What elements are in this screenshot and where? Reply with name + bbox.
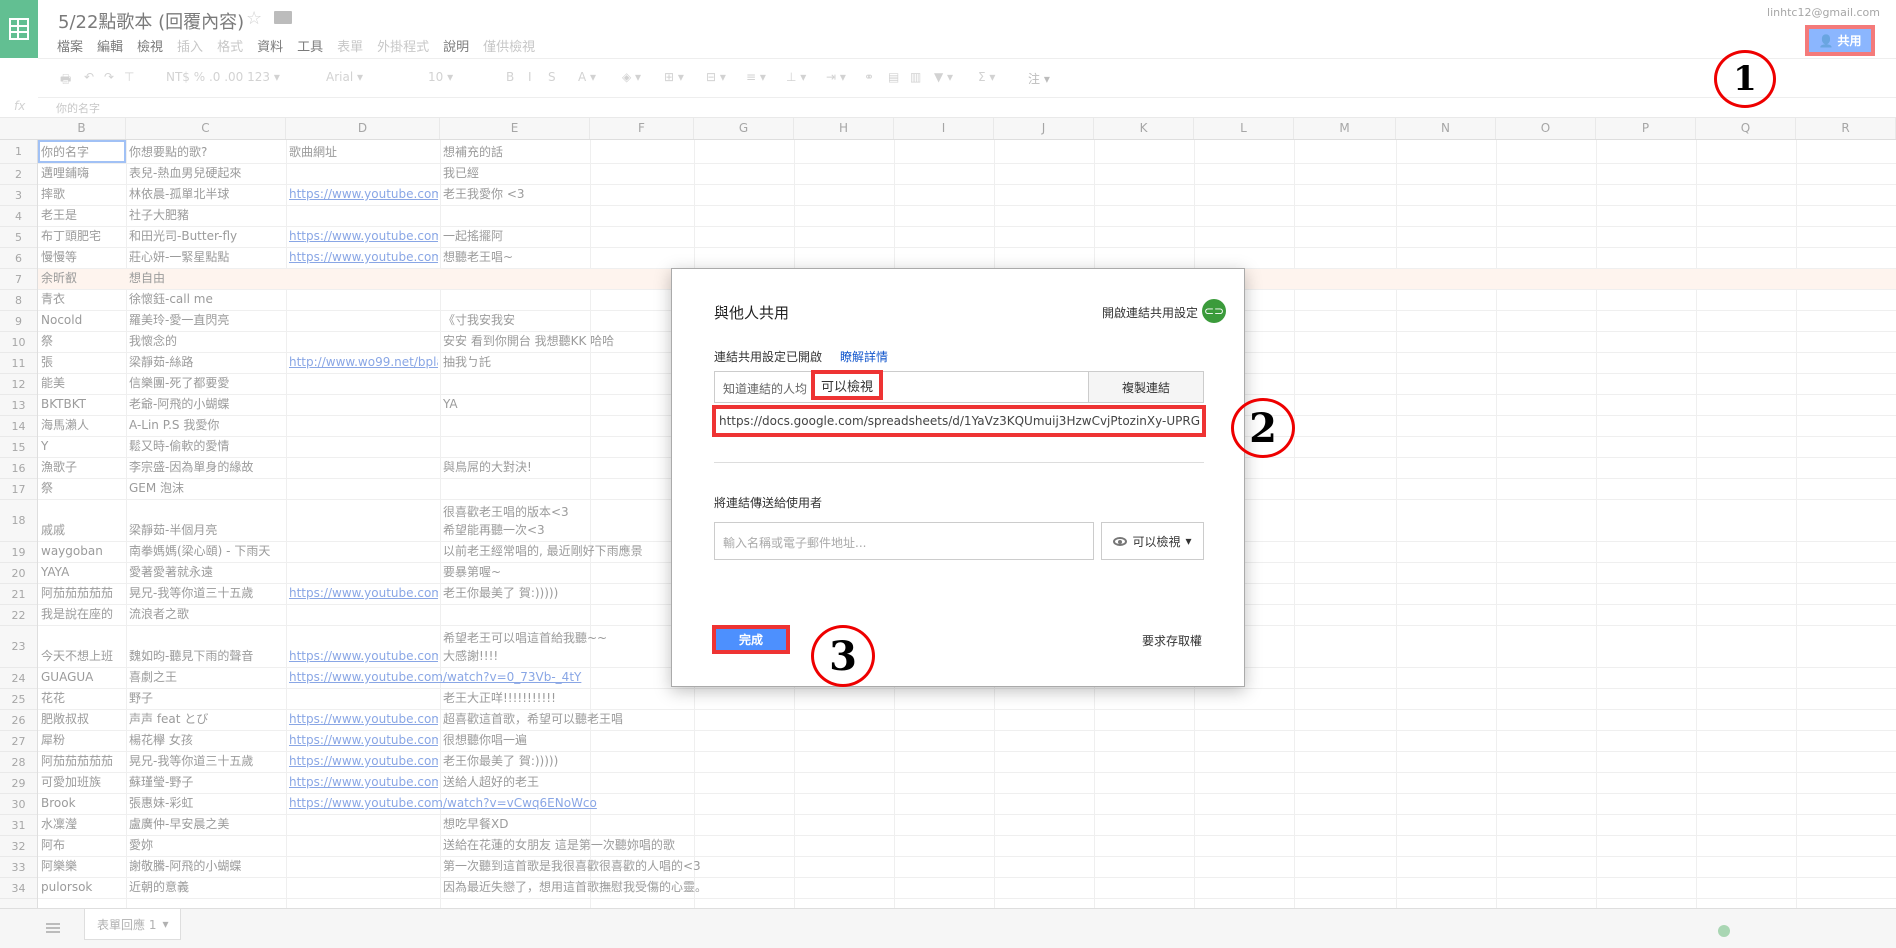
divider [714, 462, 1204, 463]
link-sharing-status: 連結共用設定已開啟 [714, 350, 823, 364]
link-icon[interactable]: ⊂⊃ [1202, 299, 1226, 323]
share-dialog: 與他人共用 開啟連結共用設定 ⊂⊃ 連結共用設定已開啟 瞭解詳情 知道連結的人均… [671, 268, 1245, 687]
annotation-marker-3: 3 [811, 625, 875, 687]
link-access-level[interactable]: 可以檢視 [811, 370, 884, 400]
invite-permission-select[interactable]: 可以檢視 ▾ [1101, 522, 1204, 560]
annotation-marker-2: 2 [1231, 398, 1295, 458]
share-url-field[interactable]: https://docs.google.com/spreadsheets/d/1… [712, 405, 1206, 437]
send-link-label: 將連結傳送給使用者 [714, 496, 823, 510]
learn-more-link[interactable]: 瞭解詳情 [840, 348, 888, 365]
annotation-marker-1: 1 [1714, 50, 1776, 108]
chevron-down-icon: ▾ [1185, 534, 1192, 548]
link-access-field[interactable]: 知道連結的人均 可以檢視 [714, 370, 1090, 403]
link-sharing-settings-link[interactable]: 開啟連結共用設定 [1102, 304, 1198, 321]
eye-icon [1113, 536, 1128, 546]
copy-link-button[interactable]: 複製連結 [1088, 371, 1204, 403]
done-button[interactable]: 完成 [712, 625, 790, 654]
request-access-link[interactable]: 要求存取權 [1142, 632, 1202, 649]
link-access-prefix: 知道連結的人均 [723, 382, 808, 396]
invite-people-input[interactable]: 輸入名稱或電子郵件地址... [714, 522, 1094, 560]
invite-permission-label: 可以檢視 [1132, 534, 1181, 549]
dialog-title: 與他人共用 [714, 304, 790, 322]
